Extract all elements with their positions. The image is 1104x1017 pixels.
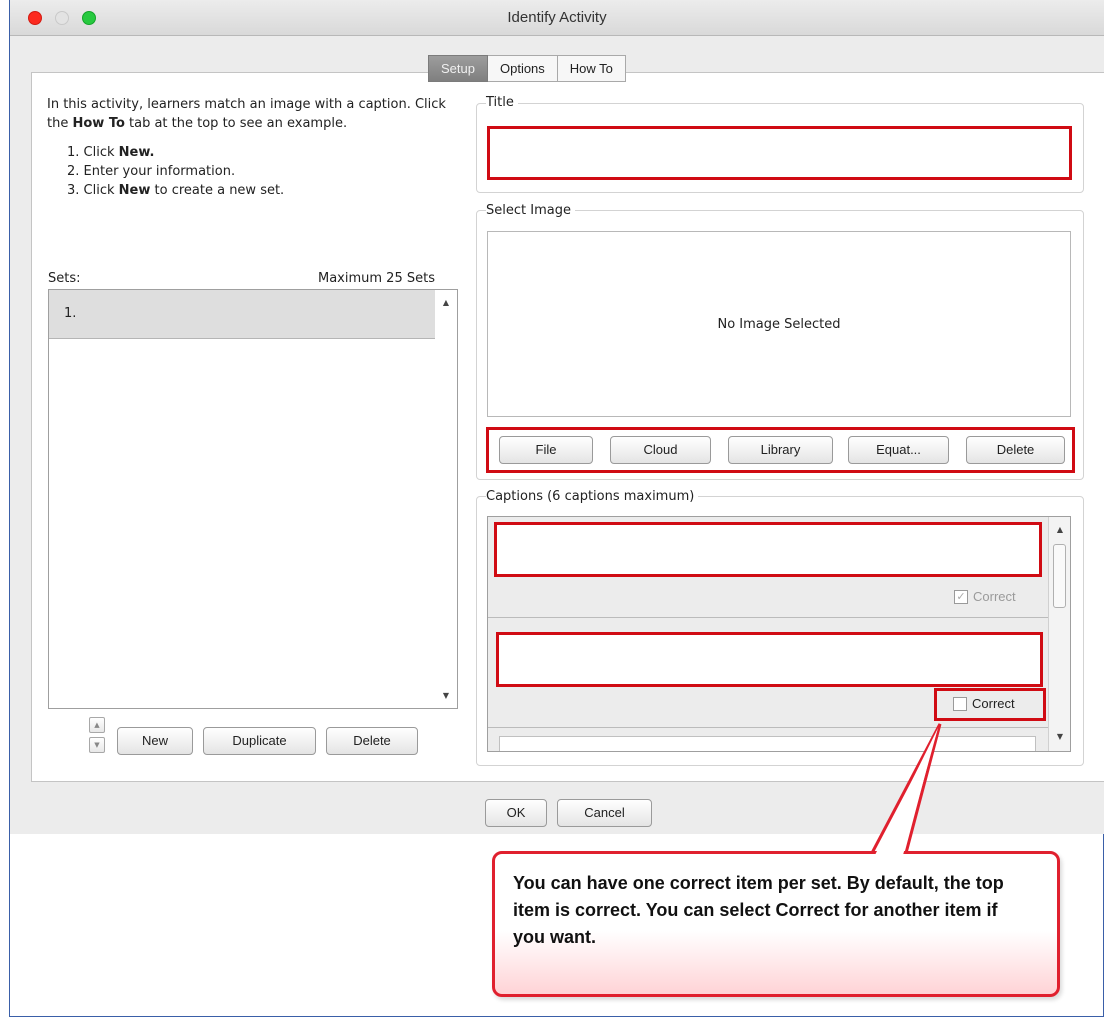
sets-scrollbar[interactable]: ▲ ▼ [435, 290, 457, 708]
tab-bar: Setup Options How To [428, 55, 626, 82]
step-2: 2. Enter your information. [67, 164, 236, 179]
checkbox-icon [953, 696, 967, 711]
select-image-group-label: Select Image [486, 203, 575, 218]
tab-setup[interactable]: Setup [428, 55, 488, 82]
caption-1-correct-checkbox[interactable]: ✓ Correct [954, 589, 1016, 604]
callout-box: You can have one correct item per set. B… [492, 851, 1060, 997]
title-group-label: Title [486, 95, 518, 110]
scroll-down-arrow-icon[interactable]: ▼ [1049, 732, 1070, 741]
captions-scrollbar[interactable]: ▲ ▼ [1048, 517, 1070, 751]
instructions-intro: In this activity, learners match an imag… [47, 97, 446, 131]
new-set-button[interactable]: New [117, 727, 193, 755]
no-image-text: No Image Selected [717, 317, 841, 332]
ok-button[interactable]: OK [485, 799, 547, 827]
file-button[interactable]: File [499, 436, 593, 464]
image-preview[interactable]: No Image Selected [487, 231, 1071, 417]
step-3: 3. Click New to create a new set. [67, 183, 285, 198]
library-button[interactable]: Library [728, 436, 833, 464]
cloud-button[interactable]: Cloud [610, 436, 711, 464]
equation-button[interactable]: Equat... [848, 436, 949, 464]
step-1: 1. Click New. [67, 145, 155, 160]
list-item[interactable]: 1. [49, 290, 435, 339]
sets-label: Sets: [48, 271, 81, 286]
instruction-steps: 1. Click New. 2. Enter your information.… [47, 143, 457, 200]
caption-divider [488, 727, 1050, 728]
checkmark-icon: ✓ [954, 589, 968, 604]
scroll-up-arrow-icon[interactable]: ▲ [435, 298, 457, 307]
caption-divider [488, 617, 1050, 618]
caption-2-correct-checkbox[interactable]: Correct [953, 696, 1015, 711]
caption-1-input[interactable] [494, 522, 1042, 577]
sets-list[interactable]: 1. ▲ ▼ [48, 289, 458, 709]
delete-set-button[interactable]: Delete [326, 727, 418, 755]
cancel-button[interactable]: Cancel [557, 799, 652, 827]
scroll-down-arrow-icon[interactable]: ▼ [435, 691, 457, 700]
caption-2-input[interactable] [496, 632, 1043, 687]
move-set-up-button[interactable]: ▲ [89, 717, 105, 733]
sets-maximum-label: Maximum 25 Sets [318, 271, 435, 286]
caption-3-input[interactable] [499, 736, 1036, 751]
scroll-thumb[interactable] [1053, 544, 1066, 608]
tab-how-to[interactable]: How To [557, 55, 626, 82]
callout-text: You can have one correct item per set. B… [513, 873, 1004, 947]
window-title: Identify Activity [507, 9, 607, 26]
tab-options[interactable]: Options [487, 55, 558, 82]
move-set-down-button[interactable]: ▼ [89, 737, 105, 753]
instructions: In this activity, learners match an imag… [47, 95, 457, 200]
duplicate-set-button[interactable]: Duplicate [203, 727, 316, 755]
scroll-up-arrow-icon[interactable]: ▲ [1049, 525, 1070, 534]
title-bar: Identify Activity [10, 0, 1104, 36]
delete-image-button[interactable]: Delete [966, 436, 1065, 464]
captions-group-label: Captions (6 captions maximum) [486, 489, 699, 504]
title-input[interactable] [487, 126, 1072, 180]
